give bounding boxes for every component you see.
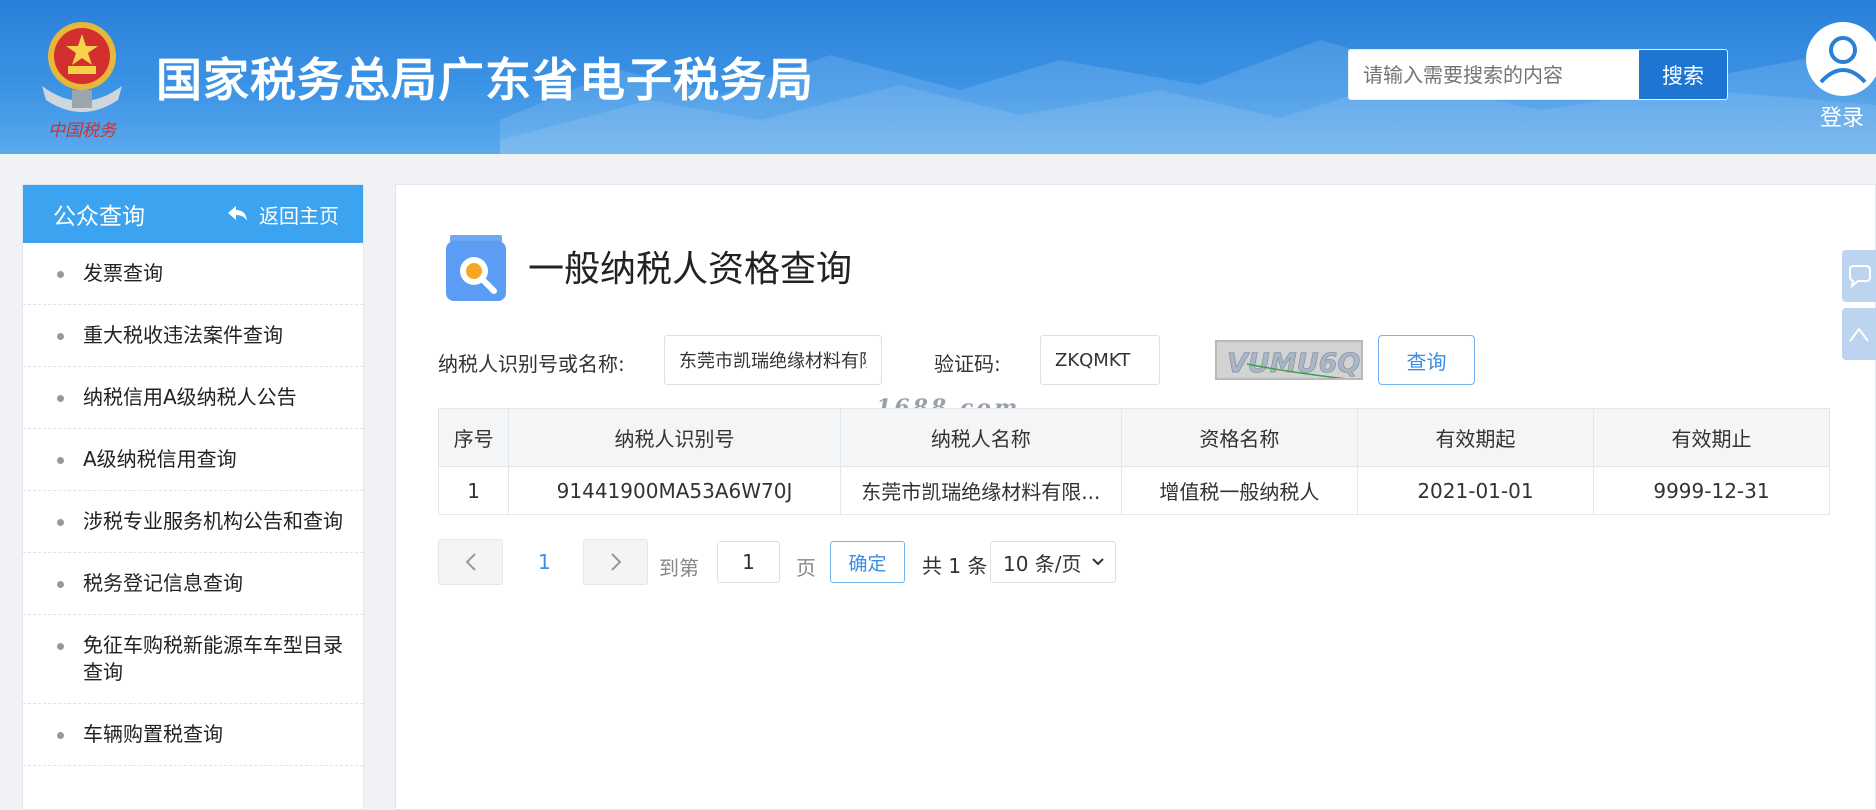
goto-label: 到第 bbox=[659, 556, 699, 580]
captcha-label: 验证码: bbox=[934, 352, 1001, 376]
sidebar-item-label: 车辆购置税查询 bbox=[83, 722, 223, 746]
sidebar-title: 公众查询 bbox=[53, 204, 145, 230]
back-home-link[interactable]: 返回主页 bbox=[227, 200, 339, 229]
chevron-down-icon bbox=[1092, 558, 1104, 566]
search-button[interactable]: 搜索 bbox=[1639, 50, 1727, 99]
bullet-dot bbox=[57, 519, 64, 526]
cell-valid-to: 9999-12-31 bbox=[1592, 466, 1831, 515]
column-header-tax-id: 纳税人识别号 bbox=[508, 408, 841, 467]
sidebar-item-vehicle-tax-query[interactable]: 车辆购置税查询 bbox=[23, 704, 363, 766]
bullet-dot bbox=[57, 581, 64, 588]
pagination: 1 到第 页 确定 共 1 条 10 条/页 bbox=[438, 539, 1238, 585]
taxpayer-label: 纳税人识别号或名称: bbox=[438, 352, 625, 376]
sidebar-menu: 发票查询 重大税收违法案件查询 纳税信用A级纳税人公告 A级纳税信用查询 涉税专… bbox=[23, 243, 363, 766]
sidebar-item-a-credit-notice[interactable]: 纳税信用A级纳税人公告 bbox=[23, 367, 363, 429]
sidebar-item-label: 重大税收违法案件查询 bbox=[83, 323, 283, 347]
captcha-image[interactable]: VUMU6Q bbox=[1215, 340, 1363, 380]
page-unit-label: 页 bbox=[796, 556, 816, 580]
site-header: 中国税务 国家税务总局广东省电子税务局 搜索 登录 bbox=[0, 0, 1876, 154]
sidebar-item-label: A级纳税信用查询 bbox=[83, 447, 237, 471]
search-input[interactable] bbox=[1349, 50, 1639, 99]
prev-page-button[interactable] bbox=[438, 539, 503, 585]
page-size-value: 10 条/页 bbox=[1003, 551, 1082, 576]
bullet-dot bbox=[57, 732, 64, 739]
column-header-qualification: 资格名称 bbox=[1120, 408, 1358, 467]
column-header-valid-from: 有效期起 bbox=[1356, 408, 1594, 467]
cell-qualification: 增值税一般纳税人 bbox=[1120, 466, 1358, 515]
chevron-right-icon bbox=[610, 553, 621, 571]
sidebar-item-registration-query[interactable]: 税务登记信息查询 bbox=[23, 553, 363, 615]
site-title: 国家税务总局广东省电子税务局 bbox=[156, 53, 814, 107]
total-count: 共 1 条 bbox=[922, 554, 988, 578]
sidebar-item-label: 纳税信用A级纳税人公告 bbox=[83, 385, 297, 409]
cell-tax-id: 91441900MA53A6W70J bbox=[508, 466, 841, 515]
query-form: 纳税人识别号或名称: 验证码: VUMU6Q 查询 bbox=[438, 335, 1638, 385]
back-to-top-icon bbox=[1849, 327, 1869, 342]
chat-bubble-icon bbox=[1849, 265, 1871, 289]
tax-emblem-logo: 中国税务 bbox=[42, 22, 122, 141]
sidebar-item-major-violation-query[interactable]: 重大税收违法案件查询 bbox=[23, 305, 363, 367]
cell-name: 东莞市凯瑞绝缘材料有限... bbox=[839, 466, 1122, 515]
back-to-top-button[interactable] bbox=[1842, 308, 1876, 360]
search-document-icon bbox=[446, 235, 506, 301]
main-panel: 一般纳税人资格查询 纳税人识别号或名称: 验证码: VUMU6Q 查询 1688… bbox=[395, 184, 1876, 810]
captcha-input[interactable] bbox=[1040, 335, 1160, 385]
sidebar-item-invoice-query[interactable]: 发票查询 bbox=[23, 243, 363, 305]
sidebar-item-label: 涉税专业服务机构公告和查询 bbox=[83, 509, 343, 533]
sidebar-header: 公众查询 返回主页 bbox=[23, 185, 363, 243]
cell-index: 1 bbox=[437, 466, 510, 515]
login-label: 登录 bbox=[1819, 106, 1864, 131]
search-box: 搜索 bbox=[1348, 49, 1728, 100]
page-size-select[interactable]: 10 条/页 bbox=[990, 541, 1116, 583]
goto-page-input[interactable] bbox=[717, 541, 780, 583]
chevron-left-icon bbox=[465, 553, 476, 571]
page-number-current[interactable]: 1 bbox=[538, 550, 551, 574]
bullet-dot bbox=[57, 395, 64, 402]
column-header-valid-to: 有效期止 bbox=[1592, 408, 1831, 467]
chat-float-button[interactable] bbox=[1842, 250, 1876, 302]
sidebar-item-label: 税务登记信息查询 bbox=[83, 571, 243, 595]
sidebar-item-label: 免征车购税新能源车车型目录查询 bbox=[83, 633, 343, 684]
bullet-dot bbox=[57, 333, 64, 340]
svg-text:中国税务: 中国税务 bbox=[48, 121, 118, 141]
cell-valid-from: 2021-01-01 bbox=[1356, 466, 1594, 515]
bullet-dot bbox=[57, 457, 64, 464]
login-button[interactable]: 登录 bbox=[1804, 22, 1876, 132]
taxpayer-input[interactable] bbox=[664, 335, 882, 385]
result-table: 序号 纳税人识别号 纳税人名称 资格名称 有效期起 有效期止 1 9144190… bbox=[437, 408, 1831, 515]
bullet-dot bbox=[57, 271, 64, 278]
goto-confirm-button[interactable]: 确定 bbox=[830, 541, 905, 583]
table-header-row: 序号 纳税人识别号 纳税人名称 资格名称 有效期起 有效期止 bbox=[437, 408, 1831, 467]
table-row: 1 91441900MA53A6W70J 东莞市凯瑞绝缘材料有限... 增值税一… bbox=[437, 466, 1831, 515]
bullet-dot bbox=[57, 643, 64, 650]
sidebar-item-tax-agency-query[interactable]: 涉税专业服务机构公告和查询 bbox=[23, 491, 363, 553]
user-avatar-icon bbox=[1806, 22, 1876, 96]
sidebar-item-a-credit-query[interactable]: A级纳税信用查询 bbox=[23, 429, 363, 491]
column-header-name: 纳税人名称 bbox=[839, 408, 1122, 467]
query-button[interactable]: 查询 bbox=[1378, 335, 1475, 385]
page-title: 一般纳税人资格查询 bbox=[528, 249, 853, 290]
back-home-label: 返回主页 bbox=[259, 203, 339, 228]
captcha-text: VUMU6Q bbox=[1227, 348, 1360, 379]
sidebar-item-label: 发票查询 bbox=[83, 261, 163, 285]
next-page-button[interactable] bbox=[583, 539, 648, 585]
sidebar-item-ev-catalog-query[interactable]: 免征车购税新能源车车型目录查询 bbox=[23, 615, 363, 704]
back-arrow-icon bbox=[228, 206, 247, 221]
sidebar: 公众查询 返回主页 发票查询 重大税收违法案件查询 纳税信用A级纳税人公告 A级… bbox=[22, 184, 364, 810]
column-header-index: 序号 bbox=[437, 408, 510, 467]
